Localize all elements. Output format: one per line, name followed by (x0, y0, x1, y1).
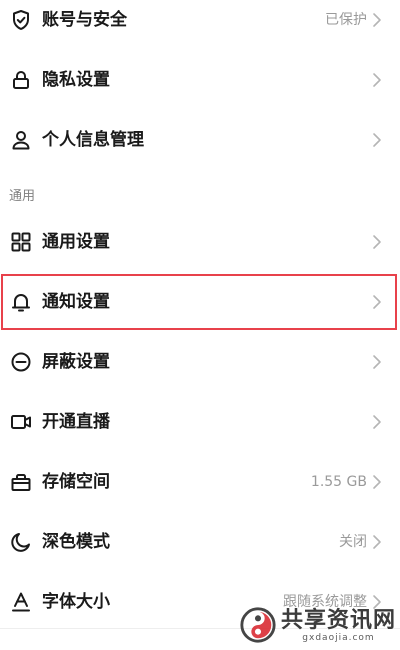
section-title-general: 通用 (9, 189, 36, 204)
settings-item-label: 通知设置 (42, 292, 110, 312)
settings-item-label: 账号与安全 (42, 10, 127, 30)
settings-item-label: 深色模式 (42, 532, 110, 552)
watermark-text: 共享资讯网 gxdaojia.com (281, 607, 396, 643)
settings-item-account-security[interactable]: 账号与安全 已保护 (0, 0, 400, 50)
chevron-right-icon (372, 474, 382, 490)
moon-icon (9, 530, 33, 554)
chevron-right-icon (372, 534, 382, 550)
chevron-right-icon (372, 132, 382, 148)
chevron-right-icon (372, 234, 382, 250)
settings-item-label: 字体大小 (42, 592, 110, 612)
chevron-right-icon (372, 414, 382, 430)
grid-icon (9, 230, 33, 254)
settings-item-live[interactable]: 开通直播 (0, 392, 400, 452)
settings-item-notifications[interactable]: 通知设置 (0, 272, 400, 332)
chevron-right-icon (372, 12, 382, 28)
chevron-right-icon (372, 354, 382, 370)
settings-item-dark-mode[interactable]: 深色模式 关闭 (0, 512, 400, 572)
settings-item-label: 存储空间 (42, 472, 110, 492)
block-icon (9, 350, 33, 374)
person-icon (9, 128, 33, 152)
storage-icon (9, 470, 33, 494)
lock-icon (9, 68, 33, 92)
watermark: 共享资讯网 gxdaojia.com (239, 602, 396, 648)
settings-item-label: 开通直播 (42, 412, 110, 432)
watermark-title: 共享资讯网 (280, 607, 396, 633)
settings-item-privacy[interactable]: 隐私设置 (0, 50, 400, 110)
font-size-icon (9, 590, 33, 614)
chevron-right-icon (372, 294, 382, 310)
settings-item-general[interactable]: 通用设置 (0, 212, 400, 272)
settings-item-block[interactable]: 屏蔽设置 (0, 332, 400, 392)
watermark-logo-icon (240, 607, 276, 643)
shield-check-icon (9, 8, 33, 32)
settings-item-storage[interactable]: 存储空间 1.55 GB (0, 452, 400, 512)
bell-icon (9, 290, 33, 314)
chevron-right-icon (372, 72, 382, 88)
settings-item-personal-info[interactable]: 个人信息管理 (0, 110, 400, 170)
watermark-domain: gxdaojia.com (302, 633, 375, 643)
settings-item-label: 个人信息管理 (42, 130, 144, 150)
settings-item-value: 关闭 (339, 534, 367, 550)
settings-item-value: 已保护 (325, 12, 367, 28)
settings-item-label: 隐私设置 (42, 70, 110, 90)
settings-item-label: 通用设置 (42, 232, 110, 252)
video-icon (9, 410, 33, 434)
settings-item-label: 屏蔽设置 (42, 352, 110, 372)
settings-item-value: 1.55 GB (310, 474, 367, 490)
